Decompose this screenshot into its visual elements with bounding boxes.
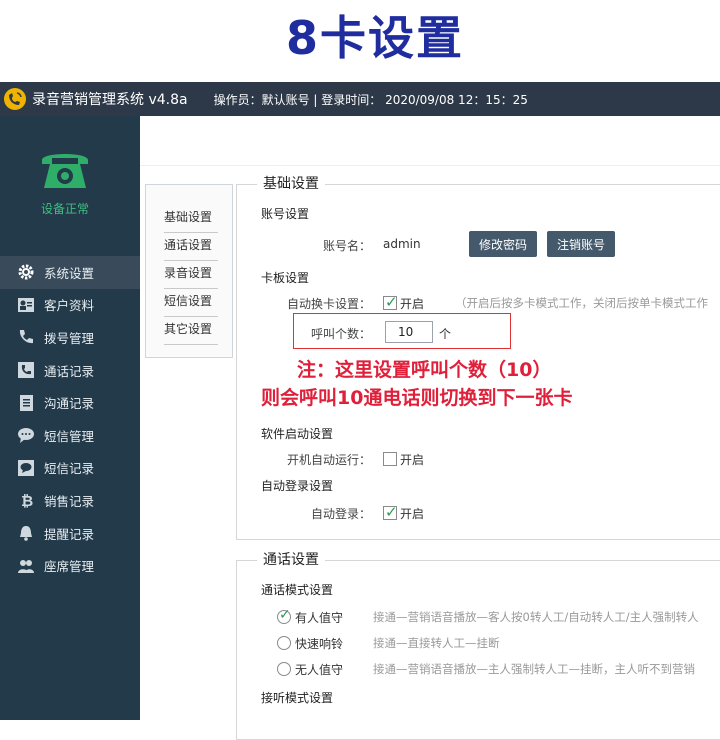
software-heading: 软件启动设置 bbox=[261, 427, 334, 441]
sidebar-item-label: 通话记录 bbox=[44, 363, 95, 379]
svg-text:₿: ₿ bbox=[21, 492, 33, 509]
call-log-icon bbox=[16, 360, 36, 380]
sidebar-item-label: 短信管理 bbox=[44, 428, 95, 444]
sidebar-item-seats[interactable]: 座席管理 bbox=[0, 549, 140, 582]
sidebar-item-communication[interactable]: 沟通记录 bbox=[0, 386, 140, 419]
mode-quick-ring-desc: 接通—直接转人工—挂断 bbox=[373, 636, 500, 650]
mode-attended-radio[interactable] bbox=[277, 607, 291, 624]
gear-icon bbox=[16, 262, 36, 282]
app-title: 录音营销管理系统 v4.8a bbox=[32, 92, 188, 108]
mode-attended-desc: 接通—营销语音播放—客人按0转人工/自动转人工/主人强制转人 bbox=[373, 610, 699, 624]
contact-card-icon bbox=[16, 295, 36, 315]
call-settings-title: 通话设置 bbox=[257, 549, 325, 569]
chat-bubble-icon bbox=[16, 425, 36, 445]
autostart-label: 开机自动运行： bbox=[286, 453, 371, 467]
device-status: 设备正常 bbox=[40, 202, 89, 216]
sidebar-item-customers[interactable]: 客户资料 bbox=[0, 289, 140, 322]
autologin-on-label: 开启 bbox=[400, 507, 425, 521]
mode-unattended-desc: 接通—营销语音播放—主人强制转人工—挂断，主人听不到营销 bbox=[373, 662, 695, 676]
autostart-checkbox[interactable] bbox=[383, 452, 397, 466]
call-mode-heading: 通话模式设置 bbox=[261, 583, 334, 597]
sidebar-item-label: 座席管理 bbox=[44, 559, 95, 575]
sidebar-item-sms-log[interactable]: 短信记录 bbox=[0, 452, 140, 485]
submenu-other[interactable]: 其它设置 bbox=[164, 317, 218, 345]
call-count-input[interactable]: 10 bbox=[385, 321, 433, 343]
sidebar-item-label: 提醒记录 bbox=[44, 526, 95, 542]
call-count-label: 呼叫个数： bbox=[310, 327, 371, 341]
submenu-recording[interactable]: 录音设置 bbox=[164, 261, 218, 289]
change-password-button[interactable]: 修改密码 bbox=[469, 231, 537, 257]
auto-switch-label: 自动换卡设置： bbox=[286, 297, 371, 311]
banner-title: 8卡设置 bbox=[285, 11, 464, 65]
banner: 8卡设置 bbox=[0, 0, 720, 82]
account-value: admin bbox=[383, 237, 421, 251]
annotation-line1: 注：这里设置呼叫个数（10） bbox=[297, 359, 552, 381]
bitcoin-icon: ₿ bbox=[16, 490, 36, 510]
sidebar-item-dial[interactable]: 拨号管理 bbox=[0, 321, 140, 354]
sidebar: 设备正常 系统设置 客户资料 拨号管理 通话记录 沟通记录 短信管理 短信记录 … bbox=[0, 116, 140, 720]
sidebar-item-label: 沟通记录 bbox=[44, 396, 95, 412]
autologin-checkbox[interactable] bbox=[383, 503, 398, 521]
mode-unattended-radio[interactable] bbox=[277, 662, 291, 676]
sidebar-item-system-settings[interactable]: 系统设置 bbox=[0, 256, 140, 289]
notebook-icon bbox=[16, 393, 36, 413]
phone-handset-icon bbox=[16, 327, 36, 347]
submenu-call[interactable]: 通话设置 bbox=[164, 233, 218, 261]
sidebar-nav: 系统设置 客户资料 拨号管理 通话记录 沟通记录 短信管理 短信记录 ₿ 销售记… bbox=[0, 256, 140, 582]
sidebar-item-label: 拨号管理 bbox=[44, 330, 95, 346]
telephone-icon bbox=[42, 154, 88, 188]
submenu-basic[interactable]: 基础设置 bbox=[164, 205, 218, 233]
logout-account-button[interactable]: 注销账号 bbox=[547, 231, 615, 257]
message-log-icon bbox=[16, 458, 36, 478]
auto-switch-checkbox[interactable] bbox=[383, 293, 398, 311]
basic-settings-group: 基础设置 账号设置 账号名： admin 修改密码 注销账号 卡板设置 自动换卡… bbox=[236, 173, 720, 540]
call-settings-group: 通话设置 通话模式设置 有人值守 接通—营销语音播放—客人按0转人工/自动转人工… bbox=[236, 549, 720, 740]
top-strip bbox=[140, 116, 720, 166]
sidebar-item-label: 短信记录 bbox=[44, 461, 95, 477]
title-bar: 录音营销管理系统 v4.8a 操作员：默认账号 | 登录时间： 2020/09/… bbox=[0, 82, 720, 116]
answer-mode-heading: 接听模式设置 bbox=[261, 691, 334, 705]
card-heading: 卡板设置 bbox=[261, 271, 310, 285]
sidebar-item-sales[interactable]: ₿ 销售记录 bbox=[0, 484, 140, 517]
mode-quick-ring-radio[interactable] bbox=[277, 636, 291, 650]
auto-switch-hint: （开启后按多卡模式工作，关闭后按单卡模式工作 bbox=[455, 296, 708, 310]
submenu-sms[interactable]: 短信设置 bbox=[164, 289, 218, 317]
basic-settings-title: 基础设置 bbox=[257, 173, 325, 193]
app-logo-icon bbox=[4, 88, 26, 110]
sidebar-item-call-log[interactable]: 通话记录 bbox=[0, 354, 140, 387]
settings-submenu: 基础设置 通话设置 录音设置 短信设置 其它设置 bbox=[145, 184, 233, 358]
auto-switch-on-label: 开启 bbox=[400, 297, 425, 311]
call-count-unit: 个 bbox=[439, 327, 452, 341]
sidebar-item-reminders[interactable]: 提醒记录 bbox=[0, 517, 140, 550]
sidebar-item-sms[interactable]: 短信管理 bbox=[0, 419, 140, 452]
autostart-on-label: 开启 bbox=[400, 453, 425, 467]
main-panel: 基础设置 通话设置 录音设置 短信设置 其它设置 基础设置 账号设置 账号名： … bbox=[140, 116, 720, 740]
sidebar-item-label: 系统设置 bbox=[44, 265, 95, 281]
annotation-line2: 则会呼叫10通电话则切换到下一张卡 bbox=[261, 387, 573, 409]
account-heading: 账号设置 bbox=[261, 207, 310, 221]
autologin-label: 自动登录： bbox=[310, 507, 371, 521]
mode-quick-ring-label: 快速响铃 bbox=[295, 637, 344, 651]
operator-info: 操作员：默认账号 | 登录时间： 2020/09/08 12：15：25 bbox=[213, 92, 528, 107]
bell-icon bbox=[16, 523, 36, 543]
sidebar-item-label: 客户资料 bbox=[44, 298, 95, 314]
mode-unattended-label: 无人值守 bbox=[295, 663, 344, 677]
users-icon bbox=[16, 556, 36, 576]
autologin-heading: 自动登录设置 bbox=[261, 479, 334, 493]
account-label: 账号名： bbox=[322, 239, 371, 253]
mode-attended-label: 有人值守 bbox=[295, 611, 344, 625]
sidebar-item-label: 销售记录 bbox=[44, 493, 95, 509]
